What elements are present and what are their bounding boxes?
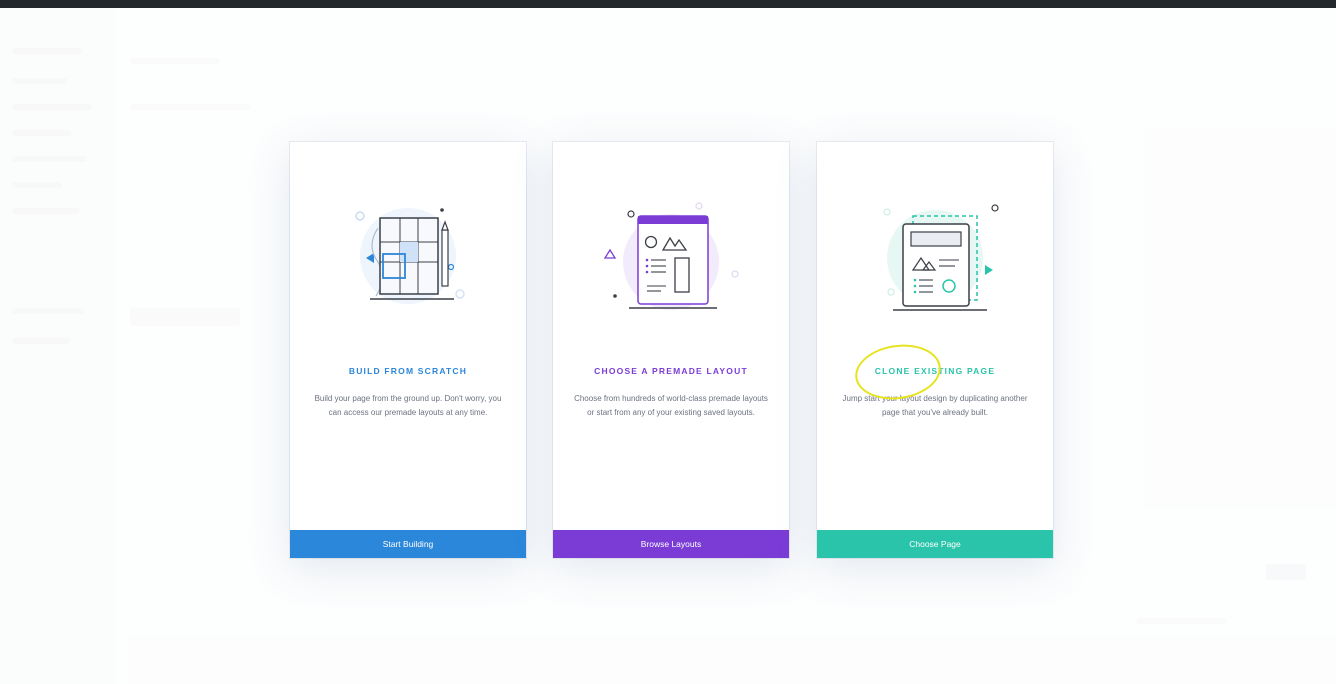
card-title: CLONE EXISTING PAGE [874, 366, 996, 376]
build-from-scratch-card[interactable]: BUILD FROM SCRATCH Build your page from … [290, 142, 526, 558]
clone-existing-page-card[interactable]: CLONE EXISTING PAGE Jump start your layo… [817, 142, 1053, 558]
start-building-button[interactable]: Start Building [290, 530, 526, 558]
layout-page-icon [603, 202, 739, 310]
top-bar [0, 0, 1336, 8]
choose-page-button[interactable]: Choose Page [817, 530, 1053, 558]
card-description: Build your page from the ground up. Don'… [314, 394, 502, 417]
card-description: Jump start your layout design by duplica… [842, 394, 1028, 417]
blueprint-grid-icon [355, 208, 465, 304]
browse-layouts-button[interactable]: Browse Layouts [553, 530, 789, 558]
card-title: BUILD FROM SCRATCH [348, 366, 468, 376]
cloned-page-icon [883, 204, 999, 311]
card-title: CHOOSE A PREMADE LAYOUT [594, 366, 748, 376]
choose-premade-layout-card[interactable]: CHOOSE A PREMADE LAYOUT Choose from hund… [553, 142, 789, 558]
card-description: Choose from hundreds of world-class prem… [574, 394, 768, 417]
